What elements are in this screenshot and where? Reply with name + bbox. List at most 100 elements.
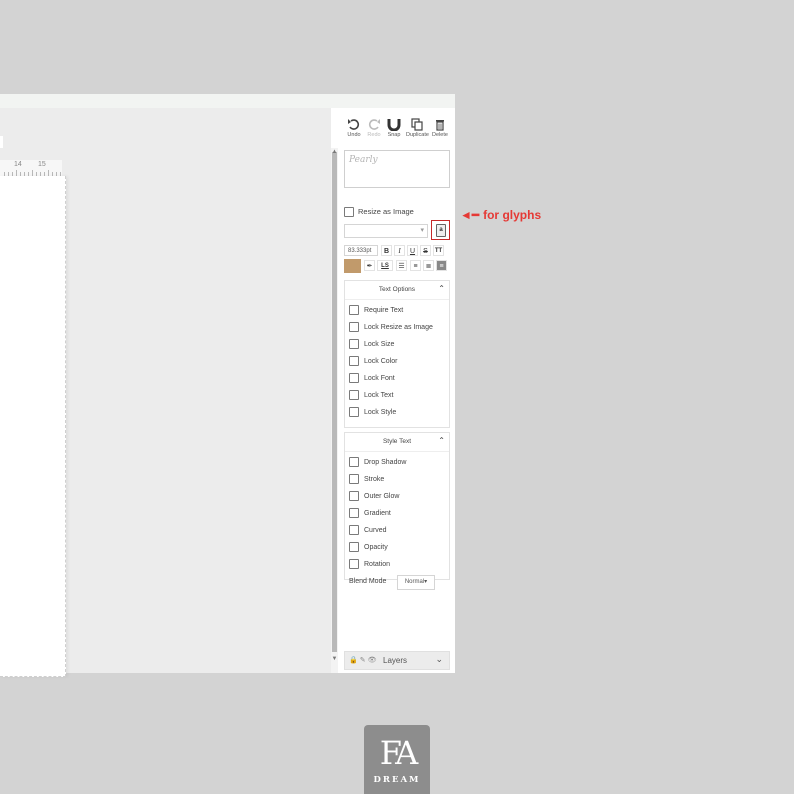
font-dropdown[interactable]: ▾: [344, 224, 428, 238]
glyph-icon: a: [436, 224, 446, 237]
format-toolbar: 83.333pt B I U S TT: [344, 245, 450, 257]
scroll-up-arrow[interactable]: ▲: [331, 149, 338, 156]
option-label: Lock Font: [364, 374, 395, 382]
checkbox[interactable]: [349, 525, 359, 535]
blend-mode-select[interactable]: Normal▾: [397, 575, 435, 590]
checkbox[interactable]: [349, 339, 359, 349]
ruler-label: 15: [38, 161, 46, 168]
italic-button[interactable]: I: [394, 245, 405, 256]
glyphs-annotation: ◄━ for glyphs: [460, 208, 541, 222]
checkbox[interactable]: [349, 542, 359, 552]
resize-as-image-label: Resize as Image: [358, 207, 414, 216]
checkbox[interactable]: [349, 474, 359, 484]
undo-label: Undo: [347, 132, 361, 138]
scrollbar-thumb[interactable]: [332, 152, 337, 652]
glyphs-button[interactable]: a: [431, 220, 450, 240]
option-label: Rotation: [364, 560, 391, 568]
option-curved[interactable]: Curved: [349, 525, 387, 535]
layers-bar[interactable]: 🔒✎👁 Layers ⌄: [344, 651, 450, 670]
checkbox[interactable]: [349, 508, 359, 518]
checkbox[interactable]: [349, 373, 359, 383]
option-gradient[interactable]: Gradient: [349, 508, 391, 518]
eyedropper-icon[interactable]: ✒: [364, 260, 375, 271]
checkbox[interactable]: [349, 491, 359, 501]
resize-as-image-option[interactable]: Resize as Image: [344, 207, 414, 218]
blend-mode-row: Blend Mode Normal▾: [349, 575, 435, 590]
top-bar: [0, 94, 455, 108]
layer-controls-icons: 🔒✎👁: [349, 657, 379, 664]
ruler-corner: [0, 136, 3, 148]
letter-spacing-button[interactable]: LS: [377, 260, 393, 271]
option-rotation[interactable]: Rotation: [349, 559, 390, 569]
bold-button[interactable]: B: [381, 245, 392, 256]
checkbox[interactable]: [349, 559, 359, 569]
style-text-header[interactable]: Style Text ⌃: [345, 433, 449, 452]
text-options-title: Text Options: [378, 286, 416, 293]
checkbox[interactable]: [349, 457, 359, 467]
redo-icon: [368, 119, 380, 130]
option-label: Lock Size: [364, 340, 395, 348]
style-text-section: Style Text ⌃ Drop Shadow Stroke Outer Gl…: [344, 432, 450, 590]
align-left-icon[interactable]: ≡: [410, 260, 421, 271]
arrow-left-icon: ◄━: [460, 208, 480, 222]
option-lock-resize-as-image[interactable]: Lock Resize as Image: [349, 322, 433, 332]
option-label: Lock Resize as Image: [364, 323, 433, 331]
logo-monogram: FA: [379, 734, 419, 772]
option-opacity[interactable]: Opacity: [349, 542, 388, 552]
option-lock-style[interactable]: Lock Style: [349, 407, 396, 417]
option-lock-color[interactable]: Lock Color: [349, 356, 397, 366]
option-label: Drop Shadow: [364, 458, 407, 466]
font-size-input[interactable]: 83.333pt: [344, 245, 378, 256]
undo-button[interactable]: Undo: [343, 118, 365, 138]
trash-icon: [436, 120, 444, 131]
duplicate-button[interactable]: Duplicate: [406, 118, 429, 138]
underline-button[interactable]: U: [407, 245, 418, 256]
design-page[interactable]: [0, 176, 66, 677]
option-label: Gradient: [364, 509, 391, 517]
text-color-swatch[interactable]: [344, 259, 361, 273]
checkbox[interactable]: [349, 407, 359, 417]
snap-label: Snap: [387, 132, 401, 138]
checkbox[interactable]: [349, 390, 359, 400]
option-label: Lock Text: [364, 391, 394, 399]
text-options-header[interactable]: Text Options ⌃: [345, 281, 449, 300]
resize-as-image-checkbox[interactable]: [344, 207, 354, 218]
annotation-text: for glyphs: [483, 208, 542, 222]
chevron-up-icon: ⌃: [438, 436, 445, 445]
align-justify-icon[interactable]: ≡: [436, 260, 447, 271]
checkbox[interactable]: [349, 305, 359, 315]
edit-toolbar: Undo Redo Snap Duplicate Delete: [339, 118, 455, 142]
line-height-icon[interactable]: ☰: [396, 260, 407, 271]
all-caps-button[interactable]: TT: [433, 245, 444, 256]
preview-text: Pearly: [349, 155, 378, 165]
duplicate-icon: [411, 118, 423, 131]
logo-wordmark: DREAM: [373, 775, 421, 785]
checkbox[interactable]: [349, 322, 359, 332]
redo-button[interactable]: Redo: [363, 118, 385, 138]
scroll-down-arrow[interactable]: ▼: [331, 656, 338, 663]
checkbox[interactable]: [349, 356, 359, 366]
option-outer-glow[interactable]: Outer Glow: [349, 491, 399, 501]
delete-label: Delete: [432, 132, 448, 138]
option-label: Lock Style: [364, 408, 397, 416]
delete-button[interactable]: Delete: [429, 118, 451, 138]
strikethrough-button[interactable]: S: [420, 245, 431, 256]
option-drop-shadow[interactable]: Drop Shadow: [349, 457, 406, 467]
ruler-label: 14: [14, 161, 22, 168]
align-center-icon[interactable]: ≣: [423, 260, 434, 271]
horizontal-ruler: 14 15: [0, 160, 62, 177]
option-lock-size[interactable]: Lock Size: [349, 339, 394, 349]
option-lock-font[interactable]: Lock Font: [349, 373, 395, 383]
option-label: Stroke: [364, 475, 385, 483]
text-preview-box[interactable]: Pearly: [344, 150, 450, 188]
chevron-down-icon: ▾: [420, 227, 424, 234]
magnet-icon: [387, 119, 401, 131]
option-require-text[interactable]: Require Text: [349, 305, 403, 315]
brand-logo: FA DREAM: [364, 725, 430, 794]
style-text-title: Style Text: [382, 438, 412, 445]
option-stroke[interactable]: Stroke: [349, 474, 384, 484]
option-lock-text[interactable]: Lock Text: [349, 390, 393, 400]
option-label: Require Text: [364, 306, 404, 314]
canvas-area[interactable]: 14 15: [0, 108, 331, 677]
snap-button[interactable]: Snap: [383, 118, 405, 138]
